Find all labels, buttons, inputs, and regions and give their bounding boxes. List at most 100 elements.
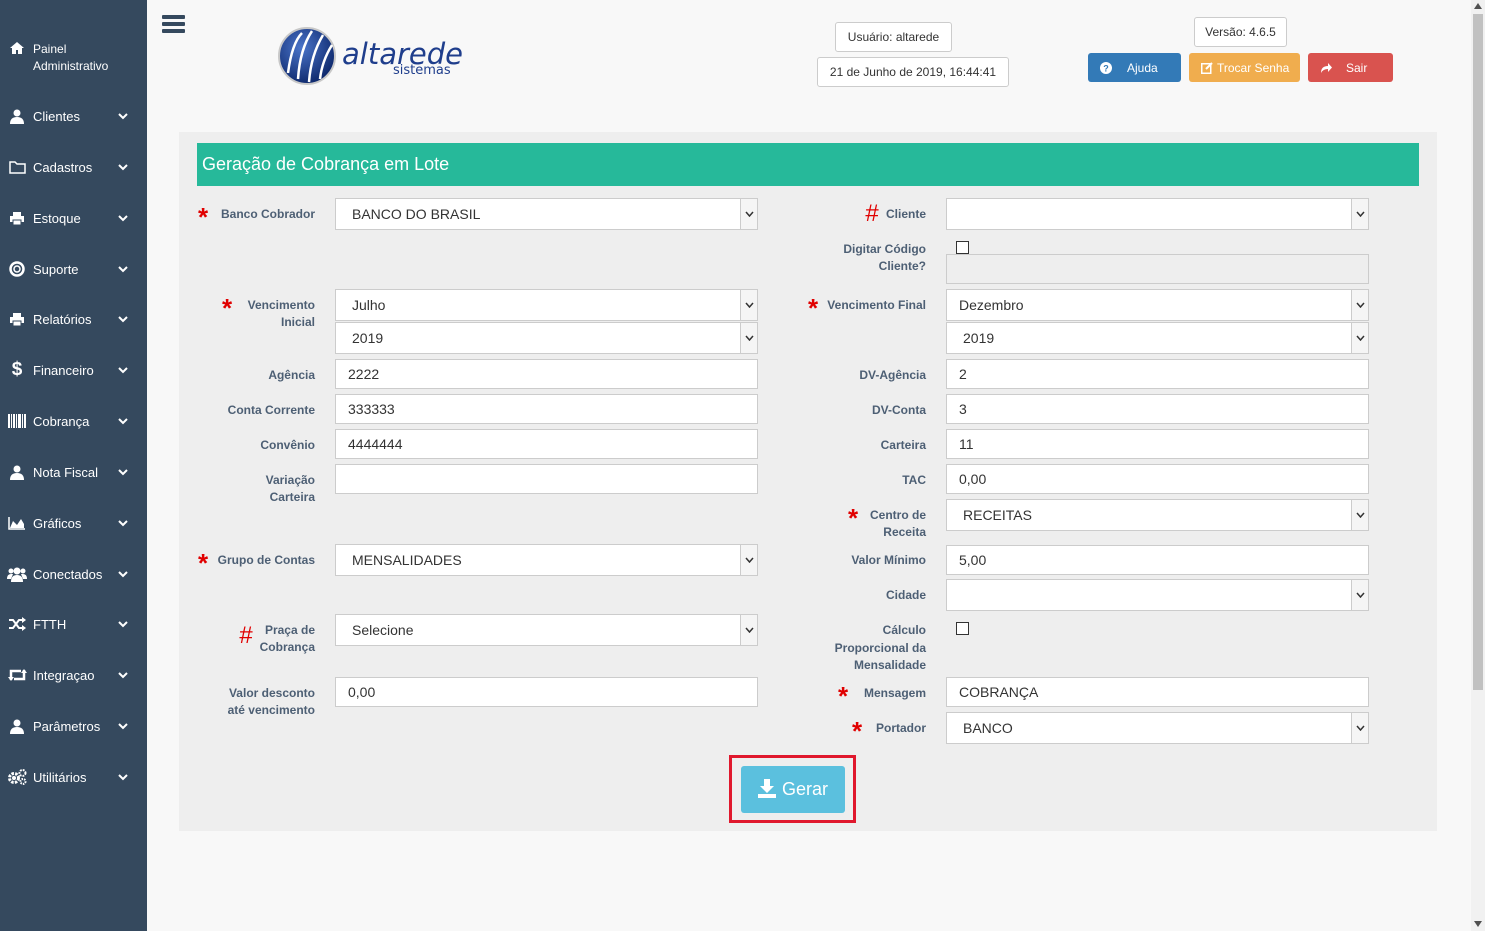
chevron-down-icon [740, 615, 757, 645]
convenio-label: Convênio [260, 438, 315, 452]
banco-cobrador-label: Banco Cobrador [220, 207, 315, 221]
logout-button[interactable]: Sair [1308, 53, 1393, 82]
codigo-cliente-input[interactable] [946, 254, 1369, 284]
retweet-icon [7, 666, 27, 684]
home-icon [7, 39, 27, 57]
cliente-select[interactable] [946, 198, 1369, 230]
area-chart-icon [7, 514, 27, 532]
sidebar-item-label-part: Administrativo [33, 59, 109, 73]
banco-cobrador-select[interactable]: BANCO DO BRASIL [335, 198, 758, 230]
sidebar: Painel Administrativo Clientes Cadastros … [0, 0, 147, 931]
chevron-down-icon [118, 774, 128, 781]
logo-globe-icon [278, 27, 336, 85]
required-marker: * [222, 293, 233, 323]
cidade-select[interactable] [946, 579, 1369, 611]
sidebar-item-integracao[interactable]: Integraçao [0, 655, 147, 695]
carteira-input[interactable]: 11 [946, 429, 1369, 459]
calculo-proporcional-checkbox[interactable] [956, 622, 969, 635]
valor-minimo-input[interactable]: 5,00 [946, 545, 1369, 575]
vencimento-inicial-month-select[interactable]: Julho [335, 289, 758, 321]
user-icon [7, 717, 27, 735]
chevron-down-icon [1351, 199, 1368, 229]
dv-conta-input[interactable]: 3 [946, 394, 1369, 424]
dollar-icon: $ [11, 359, 23, 380]
user-box: Usuário: altarede [835, 22, 952, 52]
chevron-down-icon [118, 621, 128, 628]
sidebar-item-conectados[interactable]: Conectados [0, 554, 147, 594]
sidebar-item-painel[interactable]: Painel Administrativo [0, 38, 147, 76]
user-icon [7, 463, 27, 481]
sidebar-item-estoque[interactable]: Estoque [0, 198, 147, 238]
vencimento-final-month-select[interactable]: Dezembro [946, 289, 1369, 321]
vencimento-final-label: Vencimento Final [827, 298, 926, 312]
user-icon [7, 107, 27, 125]
chevron-down-icon [118, 520, 128, 527]
share-icon [1321, 62, 1332, 73]
sidebar-item-suporte[interactable]: Suporte [0, 249, 147, 289]
mensagem-input[interactable]: COBRANÇA [946, 677, 1369, 707]
vencimento-inicial-year-select[interactable]: 2019 [335, 322, 758, 354]
chevron-down-icon [118, 367, 128, 374]
mensagem-label: Mensagem [863, 686, 926, 700]
printer-icon [7, 310, 27, 328]
scroll-down-icon[interactable] [1474, 921, 1482, 927]
change-password-button[interactable]: Trocar Senha [1189, 53, 1300, 82]
variacao-carteira-input[interactable] [335, 464, 758, 494]
gerar-button[interactable]: Gerar [741, 766, 845, 813]
folder-icon [7, 158, 27, 176]
cliente-label: Cliente [885, 207, 926, 221]
chevron-down-icon [118, 266, 128, 273]
sidebar-item-cobranca[interactable]: Cobrança [0, 401, 147, 441]
chevron-down-icon [740, 323, 757, 353]
grupo-contas-select[interactable]: MENSALIDADES [335, 544, 758, 576]
users-icon [7, 565, 27, 583]
question-circle-icon: ? [1100, 61, 1112, 74]
barcode-icon [7, 412, 27, 430]
grupo-contas-label: Grupo de Contas [217, 553, 315, 567]
cidade-label: Cidade [885, 588, 926, 602]
portador-select[interactable]: BANCO [946, 712, 1369, 744]
chevron-down-icon [1351, 500, 1368, 530]
sidebar-item-cadastros[interactable]: Cadastros [0, 147, 147, 187]
chevron-down-icon [740, 545, 757, 575]
chevron-down-icon [1351, 713, 1368, 743]
valor-desconto-input[interactable]: 0,00 [335, 677, 758, 707]
logo-subtext: sistemas [393, 63, 451, 78]
chevron-down-icon [118, 418, 128, 425]
sidebar-item-clientes[interactable]: Clientes [0, 96, 147, 136]
praca-cobranca-label: Praça de Cobrança [259, 623, 315, 654]
chevron-down-icon [1351, 580, 1368, 610]
digitar-codigo-label: Digitar Código Cliente? [843, 242, 926, 273]
help-button[interactable]: ? Ajuda [1088, 53, 1181, 82]
sidebar-item-nota-fiscal[interactable]: Nota Fiscal [0, 452, 147, 492]
sidebar-item-label-part: Painel [33, 42, 67, 56]
sidebar-item-utilitarios[interactable]: Utilitários [0, 757, 147, 797]
sidebar-item-relatorios[interactable]: Relatórios [0, 299, 147, 339]
sidebar-item-graficos[interactable]: Gráficos [0, 503, 147, 543]
digitar-codigo-checkbox[interactable] [956, 241, 969, 254]
dv-agencia-label: DV-Agência [859, 368, 926, 382]
chevron-down-icon [1351, 290, 1368, 320]
printer-icon [7, 209, 27, 227]
tac-input[interactable]: 0,00 [946, 464, 1369, 494]
valor-minimo-label: Valor Mínimo [851, 553, 926, 567]
conta-corrente-label: Conta Corrente [227, 403, 315, 417]
sidebar-item-financeiro[interactable]: $ Financeiro [0, 350, 147, 390]
sidebar-item-ftth[interactable]: FTTH [0, 604, 147, 644]
required-marker: * [198, 202, 209, 232]
dv-agencia-input[interactable]: 2 [946, 359, 1369, 389]
conta-corrente-input[interactable]: 333333 [335, 394, 758, 424]
required-marker: * [198, 548, 209, 578]
sidebar-item-parametros[interactable]: Parâmetros [0, 706, 147, 746]
calculo-proporcional-label: Cálculo Proporcional da Mensalidade [834, 623, 926, 672]
convenio-input[interactable]: 4444444 [335, 429, 758, 459]
praca-cobranca-select[interactable]: Selecione [335, 614, 758, 646]
scroll-up-icon[interactable] [1474, 3, 1482, 9]
scrollbar-thumb[interactable] [1473, 14, 1483, 690]
vencimento-final-year-select[interactable]: 2019 [946, 322, 1369, 354]
cogs-icon [7, 768, 27, 786]
agencia-input[interactable]: 2222 [335, 359, 758, 389]
centro-receita-select[interactable]: RECEITAS [946, 499, 1369, 531]
chevron-down-icon [118, 316, 128, 323]
menu-toggle-icon[interactable] [162, 15, 185, 35]
